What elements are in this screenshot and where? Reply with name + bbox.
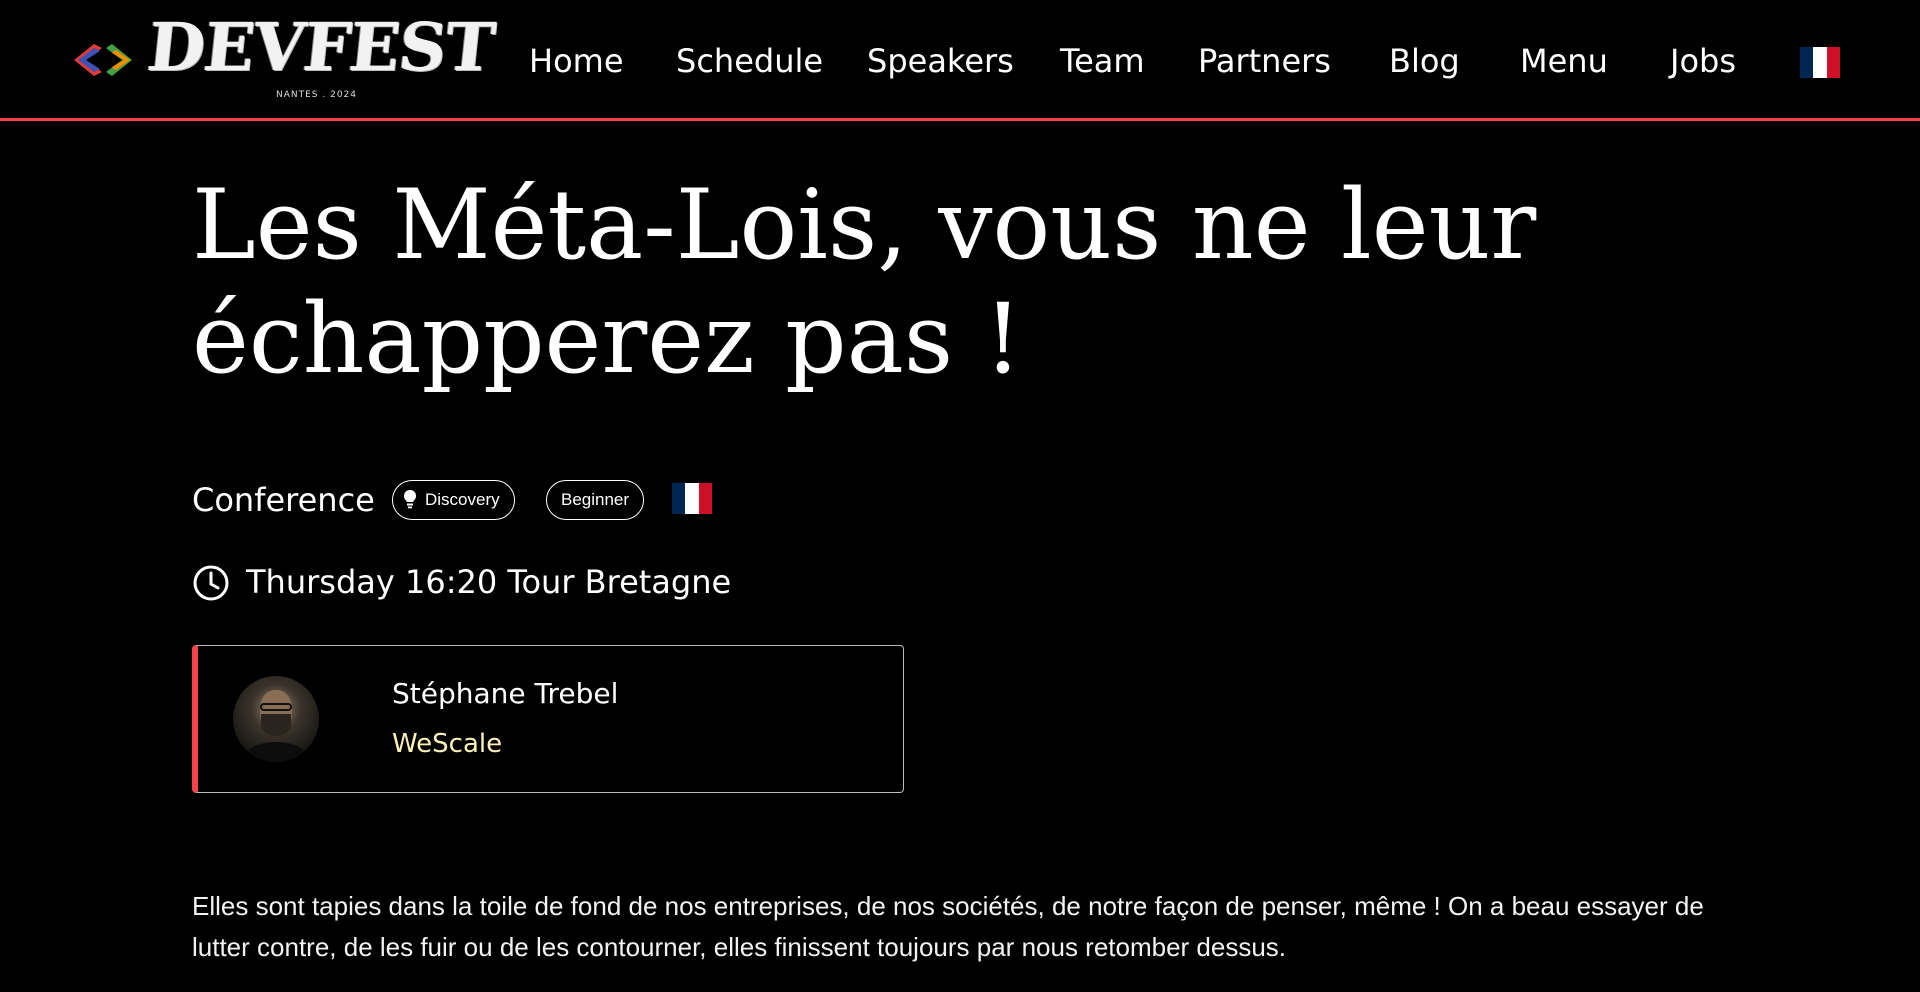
- nav-team[interactable]: Team: [1060, 38, 1145, 84]
- schedule-text: Thursday 16:20 Tour Bretagne: [246, 563, 732, 601]
- category-label: Discovery: [425, 490, 500, 509]
- site-header: DEVFEST NANTES . 2024 Home Schedule Spea…: [0, 0, 1920, 121]
- speaker-avatar: [233, 676, 319, 762]
- logo-wordmark: DEVFEST: [143, 8, 498, 86]
- nav-blog[interactable]: Blog: [1389, 38, 1460, 84]
- nav-schedule[interactable]: Schedule: [676, 38, 823, 84]
- french-flag-icon: [672, 483, 712, 514]
- nav-jobs[interactable]: Jobs: [1670, 38, 1736, 84]
- devfest-logo[interactable]: DEVFEST NANTES . 2024: [72, 2, 498, 112]
- speaker-company: WeScale: [392, 729, 503, 759]
- chevrons-logo-icon: [74, 44, 132, 76]
- clock-icon: [193, 565, 229, 601]
- speaker-name: Stéphane Trebel: [392, 677, 619, 710]
- session-format: Conference: [192, 481, 375, 519]
- nav-home[interactable]: Home: [529, 38, 624, 84]
- session-title: Les Méta-Lois, vous ne leur échapperez p…: [192, 169, 1537, 395]
- french-flag-icon[interactable]: [1800, 47, 1840, 78]
- session-abstract: Elles sont tapies dans la toile de fond …: [192, 891, 1704, 962]
- logo-subtitle: NANTES . 2024: [276, 90, 358, 100]
- level-chip: Beginner: [546, 480, 645, 520]
- category-chip: Discovery: [392, 480, 515, 520]
- nav-speakers[interactable]: Speakers: [867, 38, 1014, 84]
- speaker-card[interactable]: Stéphane Trebel WeScale: [192, 645, 904, 793]
- nav-menu[interactable]: Menu: [1520, 38, 1608, 84]
- lightbulb-icon: [404, 490, 416, 509]
- nav-partners[interactable]: Partners: [1198, 38, 1331, 84]
